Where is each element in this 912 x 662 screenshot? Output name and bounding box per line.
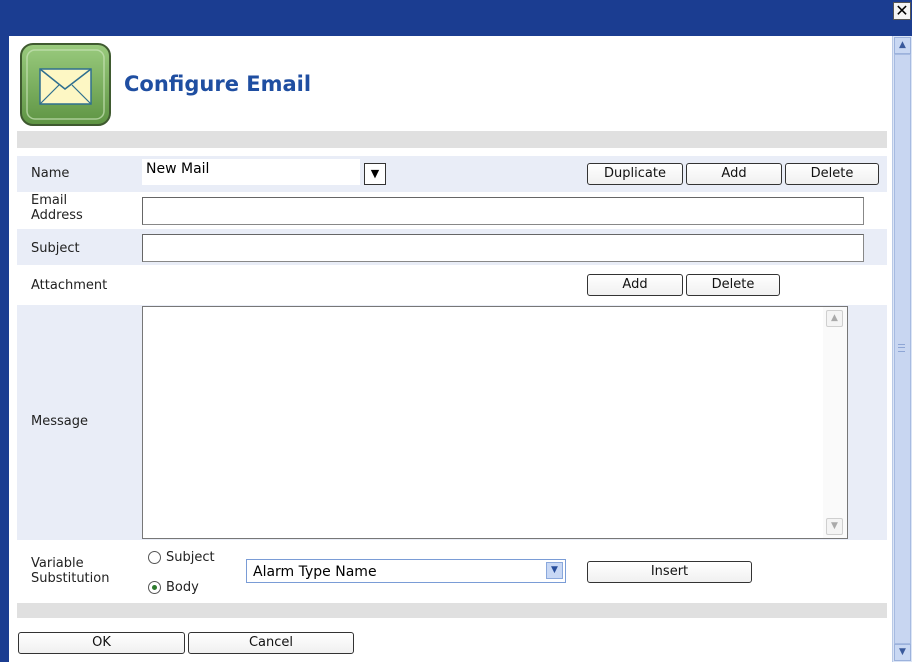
message-scroll-up-icon[interactable]: ▲ [826,310,843,327]
cancel-button[interactable]: Cancel [188,632,354,654]
page-title: Configure Email [124,72,312,96]
duplicate-button[interactable]: Duplicate [587,163,683,185]
add-attachment-button[interactable]: Add [587,274,683,296]
message-scrollbar[interactable]: ▲ ▼ [823,307,847,538]
envelope-icon [19,42,112,127]
body-radio-label: Body [166,580,199,595]
name-dropdown-icon[interactable]: ▼ [364,163,386,185]
window-titlebar: ✕ [0,0,912,36]
subject-radio-label: Subject [166,550,215,565]
scroll-down-icon[interactable]: ▼ [894,644,911,661]
chevron-down-icon[interactable]: ▼ [546,562,563,579]
message-label: Message [31,414,88,429]
subject-radio[interactable] [148,551,161,564]
subject-field[interactable] [142,234,864,262]
variable-select-value: Alarm Type Name [253,564,377,580]
close-icon[interactable]: ✕ [893,2,911,20]
variable-label-line1: Variable [31,556,84,571]
email-address-field[interactable] [142,197,864,225]
header-divider [17,131,887,148]
attachment-label: Attachment [31,278,108,293]
email-address-label: Email Address [31,193,83,223]
message-textarea[interactable]: ▲ ▼ [142,306,848,539]
scrollbar-grip-icon [898,344,905,352]
scroll-up-icon[interactable]: ▲ [894,37,911,54]
delete-name-button[interactable]: Delete [785,163,879,185]
name-label: Name [31,166,70,181]
delete-attachment-button[interactable]: Delete [686,274,780,296]
add-name-button[interactable]: Add [686,163,782,185]
variable-substitution-label: Variable Substitution [31,556,109,586]
email-label-line1: Email [31,193,68,208]
name-combo-input[interactable]: New Mail [142,159,360,185]
email-label-line2: Address [31,208,83,223]
footer-divider [17,603,887,618]
body-radio[interactable] [148,581,161,594]
variable-label-line2: Substitution [31,571,110,586]
ok-button[interactable]: OK [18,632,185,654]
variable-select[interactable]: Alarm Type Name ▼ [246,559,566,583]
insert-button[interactable]: Insert [587,561,752,583]
subject-label: Subject [31,241,80,256]
page-scrollbar[interactable]: ▲ ▼ [892,36,912,662]
message-scroll-down-icon[interactable]: ▼ [826,518,843,535]
window-frame-left [0,36,9,662]
